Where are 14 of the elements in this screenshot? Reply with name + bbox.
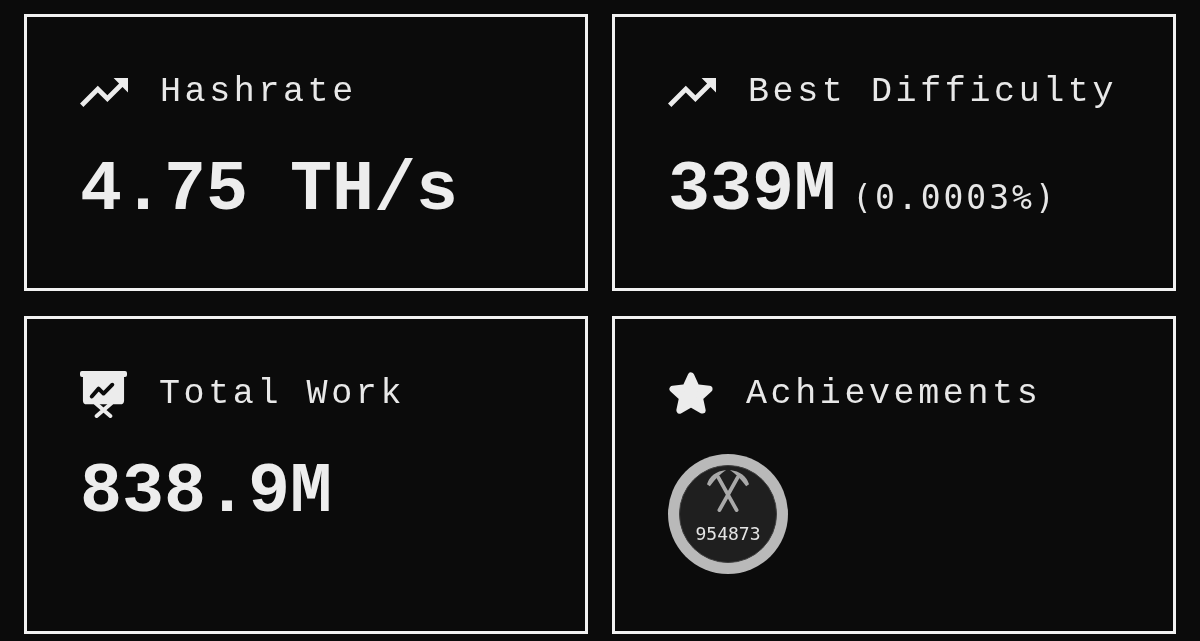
trend-up-icon	[80, 77, 128, 107]
chart-board-icon	[80, 370, 127, 418]
card-title: Total Work	[159, 374, 406, 414]
stat-value: 339M	[668, 150, 837, 231]
trend-up-icon	[668, 77, 716, 107]
stat-value: 838.9M	[80, 452, 333, 533]
stat-percentage: (0.0003%)	[852, 178, 1058, 218]
card-title: Achievements	[746, 374, 1042, 414]
card-title: Best Difficulty	[748, 72, 1118, 112]
crossed-pickaxes-icon	[705, 468, 751, 512]
card-title: Hashrate	[160, 72, 357, 112]
star-icon	[668, 372, 714, 416]
stat-value: 4.75 TH/s	[80, 150, 459, 231]
achievement-number: 954873	[695, 524, 761, 544]
